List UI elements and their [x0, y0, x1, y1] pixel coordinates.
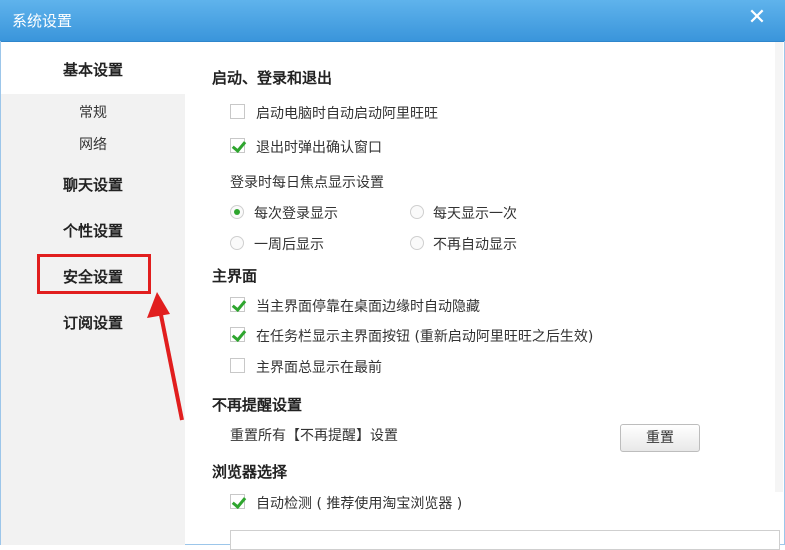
highlight-box — [37, 254, 151, 294]
radio-once-daily-label: 每天显示一次 — [433, 206, 517, 222]
radio-never-label: 不再自动显示 — [433, 237, 517, 253]
daily-focus-label: 登录时每日焦点显示设置 — [230, 175, 384, 191]
confirm-exit-label: 退出时弹出确认窗口 — [256, 140, 382, 156]
radio-never[interactable] — [410, 236, 424, 250]
always-on-top-checkbox[interactable] — [230, 358, 245, 373]
taskbar-button-label: 在任务栏显示主界面按钮 (重新启动阿里旺旺之后生效) — [256, 329, 594, 345]
scrollbar[interactable] — [775, 42, 783, 492]
auto-start-label: 启动电脑时自动启动阿里旺旺 — [256, 106, 438, 122]
radio-once-daily[interactable] — [410, 205, 424, 219]
window-title: 系统设置 — [12, 12, 73, 30]
section-title-browser: 浏览器选择 — [212, 463, 288, 481]
auto-detect-checkbox[interactable] — [230, 494, 245, 509]
reset-reminders-label: 重置所有【不再提醒】设置 — [230, 428, 398, 444]
close-icon[interactable]: ✕ — [745, 6, 769, 30]
confirm-exit-checkbox[interactable] — [230, 138, 245, 153]
radio-after-week-label: 一周后显示 — [254, 237, 324, 253]
reset-button[interactable]: 重置 — [620, 424, 700, 452]
auto-hide-checkbox[interactable] — [230, 297, 245, 312]
annotation-arrow — [147, 292, 184, 421]
section-title-main-ui: 主界面 — [212, 267, 258, 285]
taskbar-button-checkbox[interactable] — [230, 327, 245, 342]
browser-select[interactable] — [230, 530, 780, 550]
sidebar-item-basic-settings[interactable]: 基本设置 — [1, 59, 185, 80]
sidebar-item-personal-settings[interactable]: 个性设置 — [1, 220, 185, 241]
radio-every-login[interactable] — [230, 205, 244, 219]
section-title-startup: 启动、登录和退出 — [212, 69, 333, 87]
radio-every-login-label: 每次登录显示 — [254, 206, 338, 222]
auto-hide-label: 当主界面停靠在桌面边缘时自动隐藏 — [256, 299, 480, 315]
section-title-no-remind: 不再提醒设置 — [212, 396, 303, 414]
always-on-top-label: 主界面总显示在最前 — [256, 360, 382, 376]
sidebar-item-chat-settings[interactable]: 聊天设置 — [1, 174, 185, 195]
sidebar-subitem-general[interactable]: 常规 — [1, 102, 185, 122]
radio-after-week[interactable] — [230, 236, 244, 250]
auto-start-checkbox[interactable] — [230, 104, 245, 119]
sidebar-subitem-network[interactable]: 网络 — [1, 134, 185, 154]
auto-detect-label: 自动检测 ( 推荐使用淘宝浏览器 ) — [256, 496, 463, 512]
title-bar: 系统设置 ✕ — [0, 0, 785, 42]
